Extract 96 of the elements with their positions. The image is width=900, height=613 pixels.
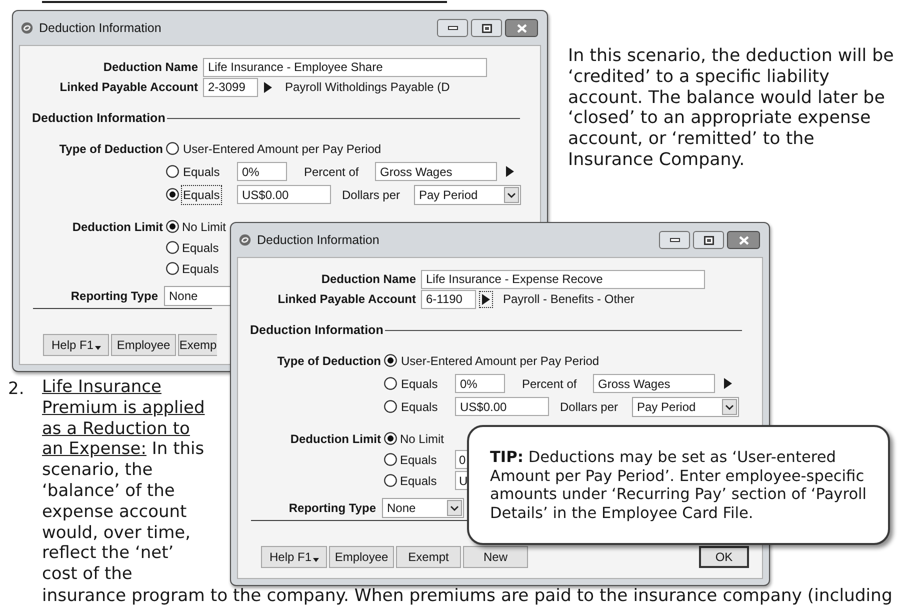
account-name: Payroll Witholdings Payable (D xyxy=(285,79,450,96)
window-title: Deduction Information xyxy=(257,232,380,249)
field-label: Deduction Name xyxy=(103,59,198,76)
option-label[interactable]: Equals xyxy=(181,260,220,278)
text-field[interactable]: None xyxy=(164,286,230,306)
maximize-icon xyxy=(704,236,714,244)
dialog-button[interactable]: Employee xyxy=(111,334,176,356)
option-label[interactable]: Equals xyxy=(181,184,222,204)
close-button[interactable] xyxy=(727,231,760,249)
field-label: Percent of xyxy=(304,164,359,180)
tip-text: TIP: Deductions may be set as ‘User-entered Amount per Pay Period’. Enter employee-specific amounts under ‘Recurring Pay’ section of ‘Payroll Details’ in the Employee Card File. xyxy=(490,448,868,522)
right-arrow-icon[interactable] xyxy=(724,378,732,389)
field-label: Dollars per xyxy=(560,398,618,416)
arrow-button[interactable] xyxy=(479,290,493,308)
text-field[interactable]: Life Insurance - Employee Share xyxy=(203,58,487,76)
option-label[interactable]: Equals xyxy=(181,238,220,256)
section-heading: Deduction Information xyxy=(32,110,166,127)
field-label: Type of Deduction xyxy=(59,140,163,158)
dropdown-field[interactable]: None xyxy=(382,498,464,518)
option-label[interactable]: User-Entered Amount per Pay Period xyxy=(181,138,384,158)
text-field[interactable]: 0% xyxy=(237,162,287,181)
chevron-down-icon[interactable] xyxy=(722,398,737,414)
radio-button[interactable] xyxy=(166,241,179,254)
dialog-button[interactable]: Exemp xyxy=(178,334,217,356)
app-icon xyxy=(239,234,251,246)
right-arrow-icon[interactable] xyxy=(264,82,272,92)
maximize-button[interactable] xyxy=(471,19,502,37)
caret-icon xyxy=(94,346,101,350)
text-field[interactable]: US$0.00 xyxy=(455,397,549,416)
close-icon xyxy=(738,236,748,244)
text-field[interactable]: Life Insurance - Expense Recove xyxy=(421,270,705,288)
window-title: Deduction Information xyxy=(39,20,162,37)
radio-button[interactable] xyxy=(166,142,179,155)
radio-button[interactable] xyxy=(166,220,179,233)
menu-button[interactable]: Help F1 xyxy=(43,334,109,356)
maximize-button[interactable] xyxy=(693,231,724,249)
field-label: Linked Payable Account xyxy=(60,79,198,96)
dialog-button[interactable]: New xyxy=(463,546,528,568)
dropdown-field[interactable]: Pay Period xyxy=(632,396,739,416)
radio-button[interactable] xyxy=(166,188,179,201)
option-label[interactable]: Equals xyxy=(399,396,440,416)
body-text: insurance program to the company. When premiums are paid to the insurance company (including xyxy=(42,586,892,607)
right-arrow-icon[interactable] xyxy=(482,294,490,304)
field-label: Reporting Type xyxy=(70,288,158,305)
radio-button[interactable] xyxy=(384,453,397,466)
field-label: Type of Deduction xyxy=(277,352,381,370)
field-label: Deduction Limit xyxy=(72,218,163,236)
radio-button[interactable] xyxy=(384,474,397,487)
text-field[interactable]: 0 xyxy=(455,450,467,469)
radio-button[interactable] xyxy=(384,377,397,390)
radio-button[interactable] xyxy=(384,400,397,413)
text-field[interactable]: Gross Wages xyxy=(375,162,497,181)
close-button[interactable] xyxy=(505,19,538,37)
dropdown-field[interactable]: Pay Period xyxy=(414,184,521,204)
section-heading: Deduction Information xyxy=(250,322,384,339)
option-label[interactable]: No Limit xyxy=(399,430,446,448)
field-label: Deduction Limit xyxy=(290,430,381,448)
caret-icon xyxy=(312,558,319,562)
field-label: Dollars per xyxy=(342,186,400,204)
radio-button[interactable] xyxy=(166,165,179,178)
default-button[interactable]: OK xyxy=(699,546,749,568)
option-label[interactable]: Equals xyxy=(399,450,438,468)
text-field[interactable]: U xyxy=(455,471,467,490)
option-label[interactable]: User-Entered Amount per Pay Period xyxy=(399,350,602,370)
field-label: Linked Payable Account xyxy=(278,291,416,308)
option-label[interactable]: No Limit xyxy=(181,218,228,236)
chevron-down-icon[interactable] xyxy=(504,186,519,202)
option-label[interactable]: Equals xyxy=(399,472,438,490)
menu-button[interactable]: Help F1 xyxy=(261,546,327,568)
minimize-button[interactable] xyxy=(659,231,690,249)
body-text: In this scenario, the deduction will be ‘credited’ to a specific liability account. The balance would later be ‘closed’ to an appropriate expense account, or ‘remitted’ to the Insurance Company. xyxy=(568,46,895,171)
field-label: Deduction Name xyxy=(321,271,416,288)
close-icon xyxy=(516,24,526,32)
chevron-down-icon[interactable] xyxy=(447,500,462,516)
text-field[interactable]: 6-1190 xyxy=(421,290,476,308)
right-arrow-icon[interactable] xyxy=(506,166,514,177)
minimize-button[interactable] xyxy=(437,19,468,37)
account-name: Payroll - Benefits - Other xyxy=(503,291,634,308)
option-label[interactable]: Equals xyxy=(181,162,222,182)
minimize-icon xyxy=(670,238,680,242)
text-field[interactable]: 2-3099 xyxy=(203,78,258,96)
text-field[interactable]: US$0.00 xyxy=(237,185,331,204)
field-label: Percent of xyxy=(522,376,577,392)
app-icon xyxy=(21,22,33,34)
option-label[interactable]: Equals xyxy=(399,374,440,394)
dialog-button[interactable]: Exempt xyxy=(396,546,461,568)
maximize-icon xyxy=(482,24,492,32)
list-number: 2. xyxy=(8,379,24,399)
radio-button[interactable] xyxy=(384,354,397,367)
radio-button[interactable] xyxy=(166,262,179,275)
radio-button[interactable] xyxy=(384,432,397,445)
minimize-icon xyxy=(448,26,458,30)
field-label: Reporting Type xyxy=(288,500,376,517)
dialog-button[interactable]: Employee xyxy=(329,546,394,568)
text-field[interactable]: Gross Wages xyxy=(593,374,715,393)
text-field[interactable]: 0% xyxy=(455,374,505,393)
